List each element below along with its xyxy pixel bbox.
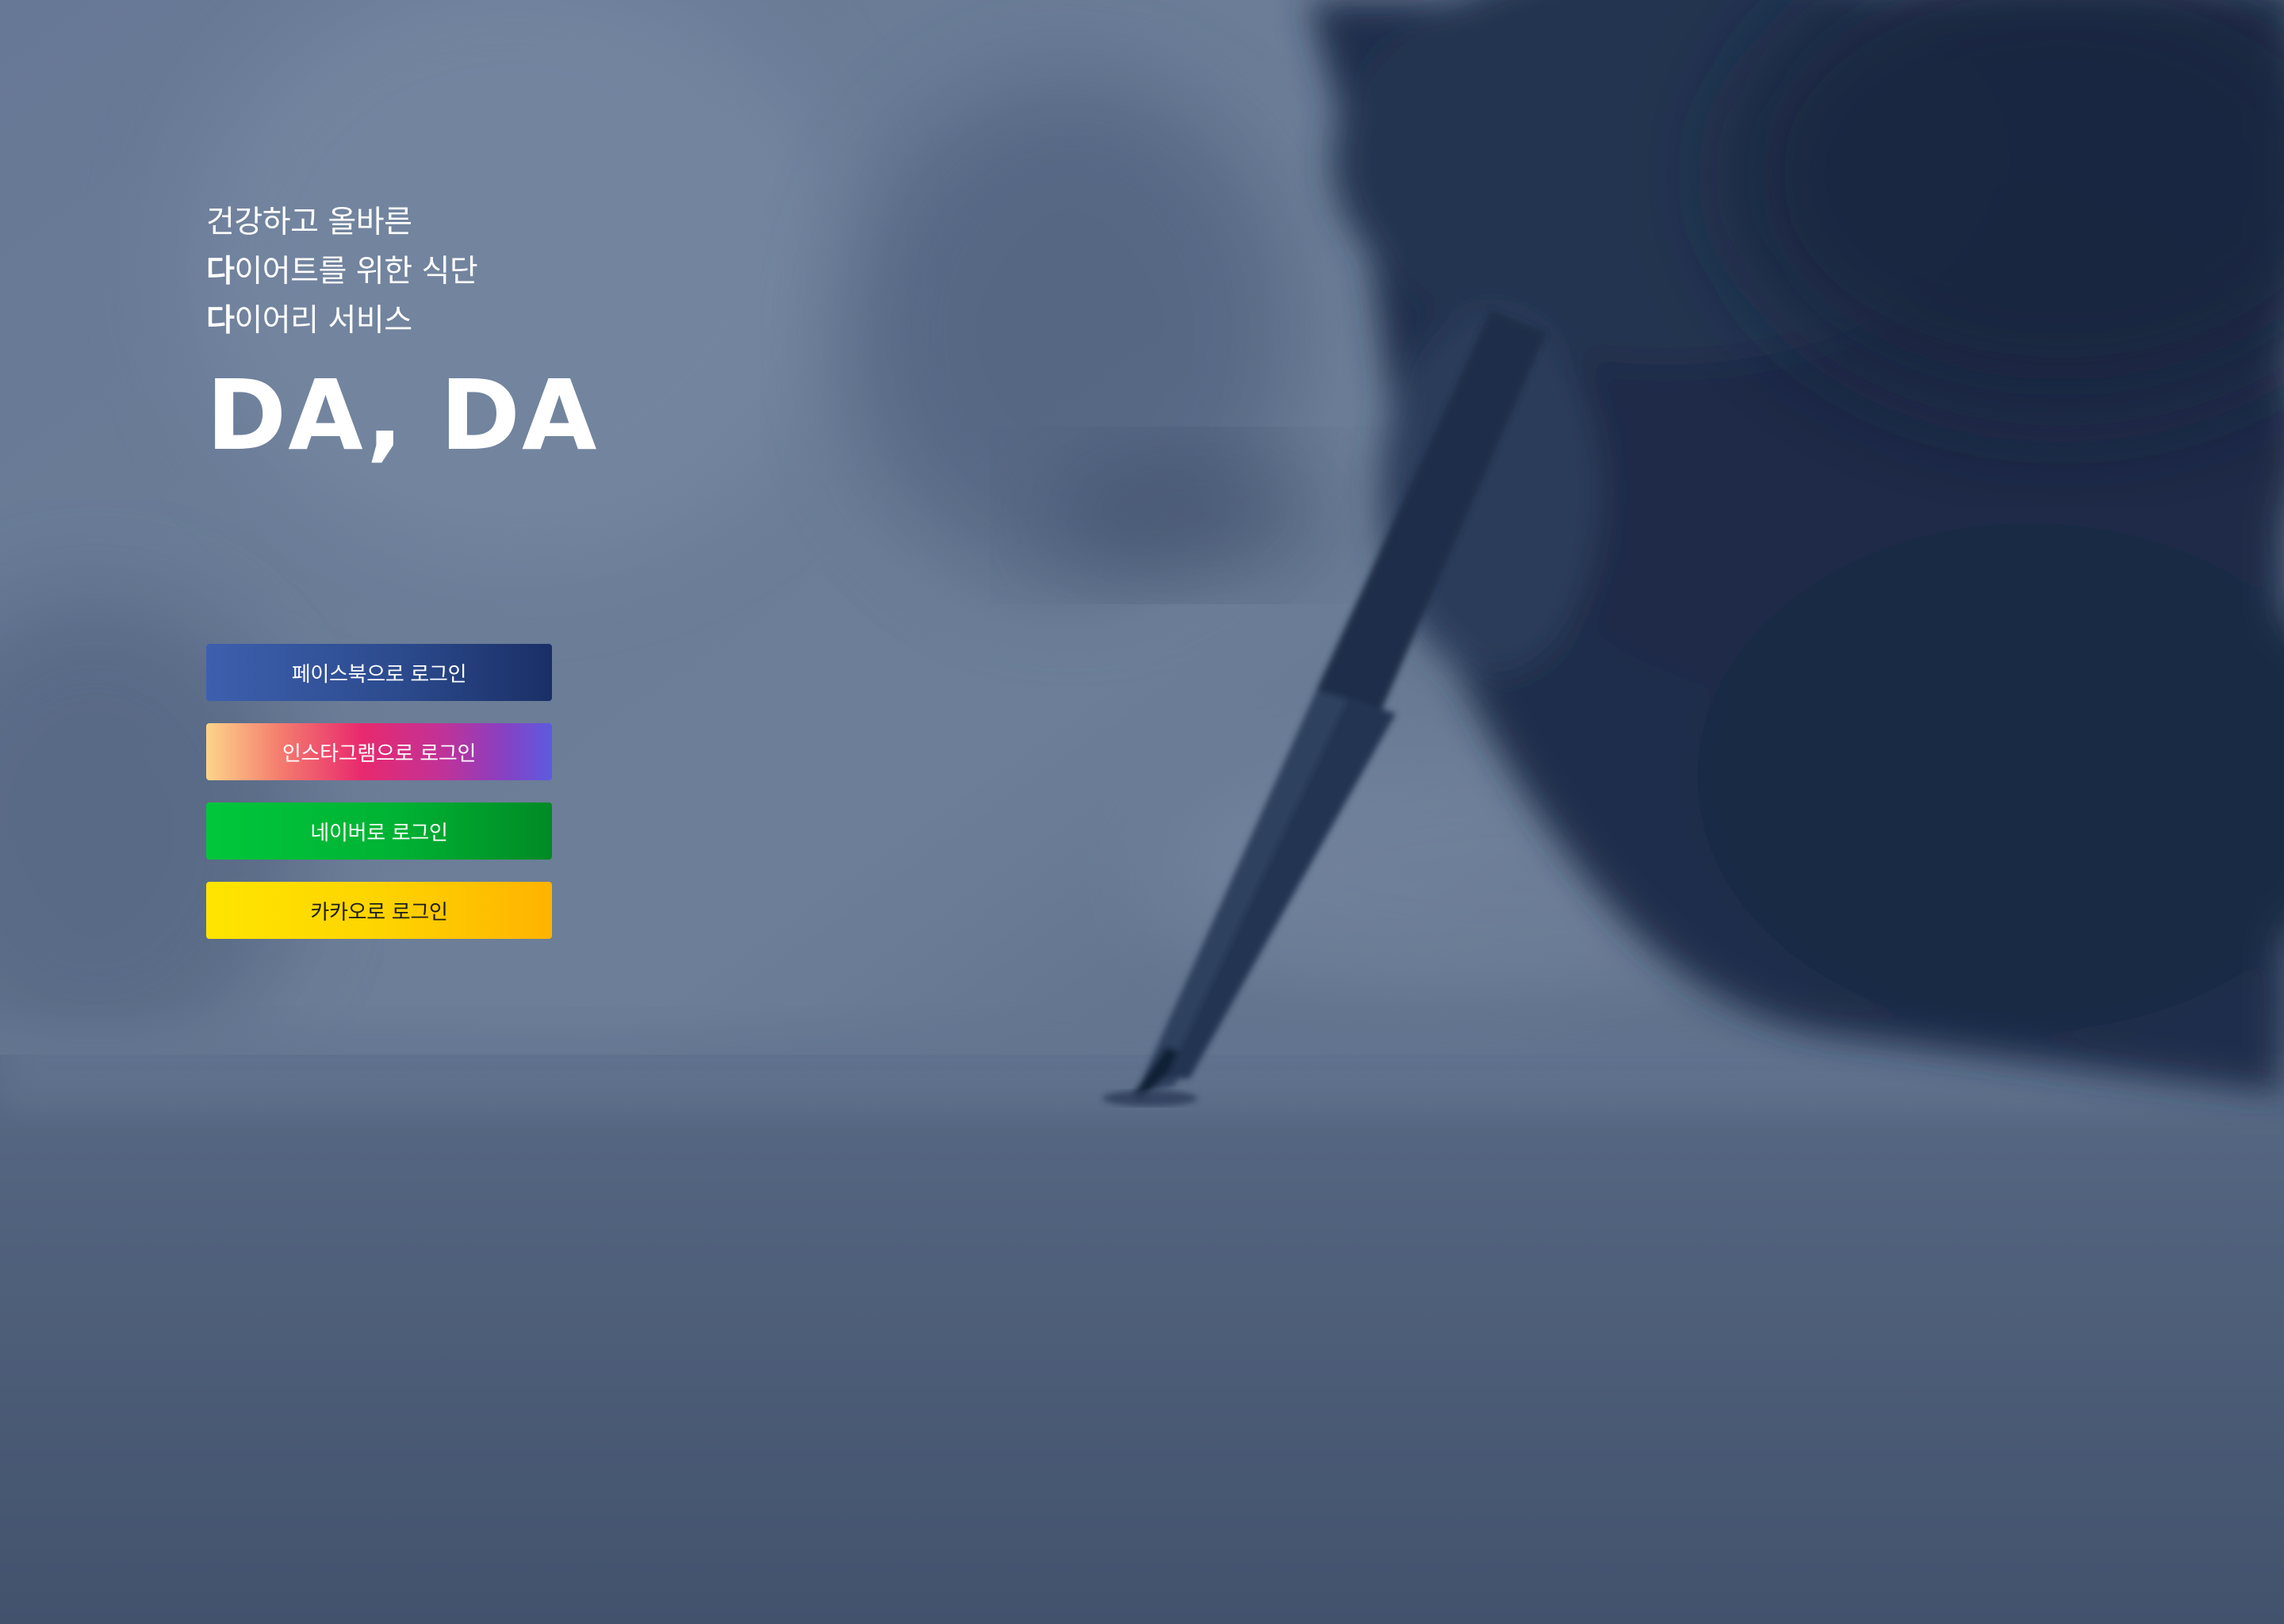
naver-login-button[interactable]: 네이버로 로그인 bbox=[206, 802, 552, 860]
tagline-line-2-text: 이어트를 위한 식단 bbox=[234, 254, 478, 289]
login-button-group: 페이스북으로 로그인 인스타그램으로 로그인 네이버로 로그인 카카오로 로그인 bbox=[206, 644, 552, 961]
tagline-line-3-bold: 다 bbox=[206, 303, 235, 339]
kakao-login-button[interactable]: 카카오로 로그인 bbox=[206, 882, 552, 939]
tagline-line-2: 다이어트를 위한 식단 bbox=[206, 247, 761, 297]
facebook-login-button[interactable]: 페이스북으로 로그인 bbox=[206, 644, 552, 701]
instagram-login-button[interactable]: 인스타그램으로 로그인 bbox=[206, 723, 552, 780]
login-page: 건강하고 올바른 다이어트를 위한 식단 다이어리 서비스 DA, DA 페이스… bbox=[0, 0, 2284, 1624]
hero-tagline: 건강하고 올바른 다이어트를 위한 식단 다이어리 서비스 bbox=[206, 198, 761, 346]
brand-title: DA, DA bbox=[206, 359, 599, 472]
tagline-line-1-text: 건강하고 올바른 bbox=[206, 205, 412, 240]
tagline-line-3-text: 이어리 서비스 bbox=[234, 303, 412, 339]
tagline-line-2-bold: 다 bbox=[206, 254, 235, 289]
hero-section: 건강하고 올바른 다이어트를 위한 식단 다이어리 서비스 DA, DA bbox=[206, 198, 761, 471]
tagline-line-1: 건강하고 올바른 bbox=[206, 198, 761, 247]
tagline-line-3: 다이어리 서비스 bbox=[206, 297, 761, 346]
